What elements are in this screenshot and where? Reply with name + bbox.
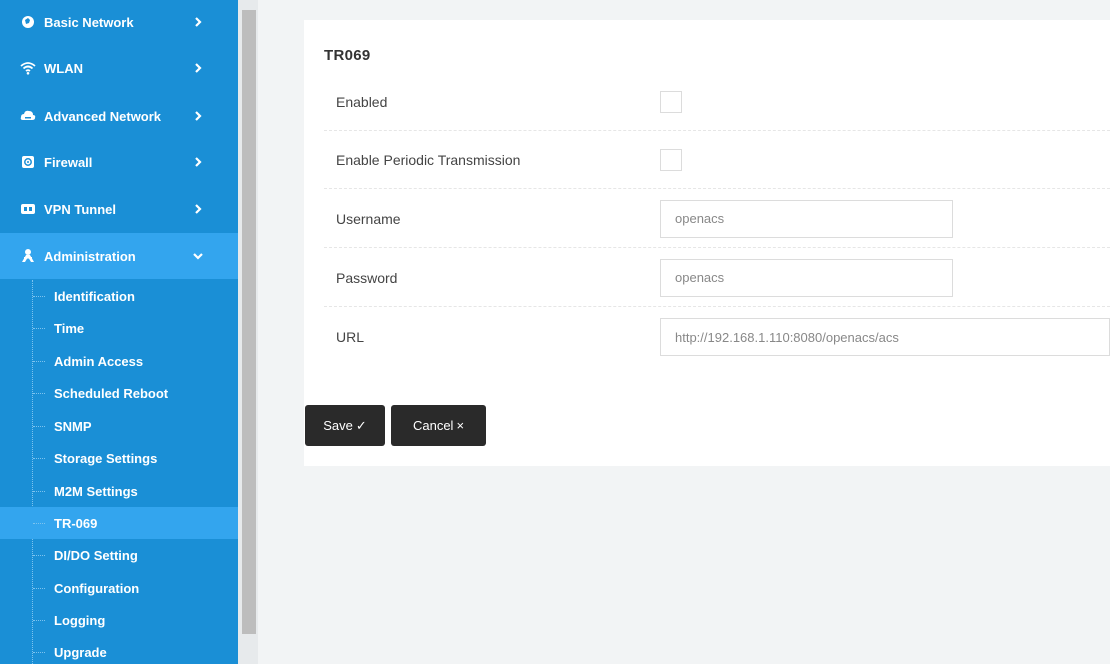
sub-item-label: Admin Access bbox=[54, 353, 144, 369]
row-enabled: Enabled bbox=[324, 73, 1110, 131]
cancel-button[interactable]: Cancel × bbox=[391, 405, 486, 446]
sidebar-item-tr-069[interactable]: TR-069 bbox=[0, 507, 238, 539]
sub-item-label: Identification bbox=[54, 288, 135, 304]
tree-tick bbox=[33, 361, 45, 363]
enabled-label: Enabled bbox=[336, 93, 388, 110]
sub-item-label: Logging bbox=[54, 612, 106, 628]
page-title: TR069 bbox=[324, 47, 371, 64]
sub-item-label: M2M Settings bbox=[54, 483, 138, 499]
tree-tick bbox=[33, 296, 45, 298]
nav-advanced-network[interactable]: Advanced Network bbox=[0, 93, 238, 139]
chevron-right-icon bbox=[193, 110, 203, 122]
wifi-icon bbox=[20, 60, 36, 76]
sidebar-scrollbar-thumb[interactable] bbox=[242, 10, 256, 634]
tr069-form-card: TR069 Enabled Enable Periodic Transmissi… bbox=[304, 20, 1110, 466]
periodic-transmission-checkbox[interactable] bbox=[660, 148, 682, 171]
row-url: URL bbox=[324, 308, 1110, 366]
close-icon: × bbox=[456, 418, 465, 433]
password-label: Password bbox=[336, 269, 398, 286]
nav-wlan[interactable]: WLAN bbox=[0, 45, 238, 91]
nav-label: Basic Network bbox=[44, 14, 134, 30]
chevron-right-icon bbox=[193, 156, 203, 168]
sub-item-label: DI/DO Setting bbox=[54, 547, 138, 563]
tree-tick bbox=[33, 588, 45, 590]
chevron-right-icon bbox=[193, 203, 203, 215]
url-input[interactable] bbox=[660, 318, 1110, 356]
row-username: Username bbox=[324, 190, 1110, 248]
username-input[interactable] bbox=[660, 199, 953, 238]
sub-item-label: SNMP bbox=[54, 418, 92, 434]
sidebar-item-scheduled-reboot[interactable]: Scheduled Reboot bbox=[0, 377, 238, 409]
save-button-label: Save bbox=[323, 418, 353, 433]
periodic-transmission-label: Enable Periodic Transmission bbox=[336, 151, 521, 168]
admin-icon bbox=[20, 248, 36, 264]
sidebar-item-time[interactable]: Time bbox=[0, 312, 238, 344]
sub-item-label: TR-069 bbox=[54, 515, 98, 531]
nav-label: WLAN bbox=[44, 60, 83, 76]
tree-tick bbox=[33, 458, 45, 460]
row-periodic-transmission: Enable Periodic Transmission bbox=[324, 131, 1110, 189]
username-label: Username bbox=[336, 210, 401, 227]
sidebar: Basic Network WLAN Advanced Network Fire… bbox=[0, 0, 238, 664]
nav-label: Advanced Network bbox=[44, 108, 162, 124]
cloud-icon bbox=[20, 108, 36, 124]
url-label: URL bbox=[336, 329, 365, 345]
sidebar-item-storage-settings[interactable]: Storage Settings bbox=[0, 442, 238, 474]
nav-label: VPN Tunnel bbox=[44, 201, 116, 217]
chevron-right-icon bbox=[193, 16, 203, 28]
enabled-checkbox[interactable] bbox=[660, 90, 682, 113]
tree-tick bbox=[33, 426, 45, 428]
chevron-right-icon bbox=[193, 62, 203, 74]
tree-tick bbox=[33, 652, 45, 654]
sidebar-item-admin-access[interactable]: Admin Access bbox=[0, 345, 238, 377]
tree-tick bbox=[33, 620, 45, 622]
nav-vpn-tunnel[interactable]: VPN Tunnel bbox=[0, 186, 238, 232]
tree-tick bbox=[33, 328, 45, 330]
nav-basic-network[interactable]: Basic Network bbox=[0, 0, 238, 45]
check-icon: ✓ bbox=[355, 417, 367, 433]
nav-firewall[interactable]: Firewall bbox=[0, 139, 238, 185]
sidebar-item-upgrade[interactable]: Upgrade bbox=[0, 636, 238, 664]
sidebar-item-snmp[interactable]: SNMP bbox=[0, 410, 238, 442]
tree-tick bbox=[33, 555, 45, 557]
nav-label: Firewall bbox=[44, 154, 93, 170]
sub-item-label: Storage Settings bbox=[54, 450, 158, 466]
sidebar-item-logging[interactable]: Logging bbox=[0, 604, 238, 636]
sub-item-label: Configuration bbox=[54, 580, 140, 596]
tree-tick bbox=[33, 523, 45, 525]
sidebar-item-identification[interactable]: Identification bbox=[0, 280, 238, 312]
sub-item-label: Upgrade bbox=[54, 644, 107, 660]
chevron-down-icon bbox=[193, 250, 203, 262]
sidebar-item-configuration[interactable]: Configuration bbox=[0, 572, 238, 604]
nav-label: Administration bbox=[44, 248, 136, 264]
globe-icon bbox=[20, 14, 36, 30]
firewall-icon bbox=[20, 154, 36, 170]
sidebar-item-di-do-setting[interactable]: DI/DO Setting bbox=[0, 539, 238, 571]
save-button[interactable]: Save ✓ bbox=[305, 405, 385, 446]
row-password: Password bbox=[324, 249, 1110, 307]
tree-tick bbox=[33, 491, 45, 493]
sub-item-label: Time bbox=[54, 320, 85, 336]
sidebar-item-m2m-settings[interactable]: M2M Settings bbox=[0, 475, 238, 507]
cancel-button-label: Cancel bbox=[412, 418, 454, 433]
nav-administration[interactable]: Administration bbox=[0, 233, 238, 279]
password-input[interactable] bbox=[660, 258, 953, 297]
sub-item-label: Scheduled Reboot bbox=[54, 385, 169, 401]
vpn-icon bbox=[20, 201, 36, 217]
tree-tick bbox=[33, 393, 45, 395]
